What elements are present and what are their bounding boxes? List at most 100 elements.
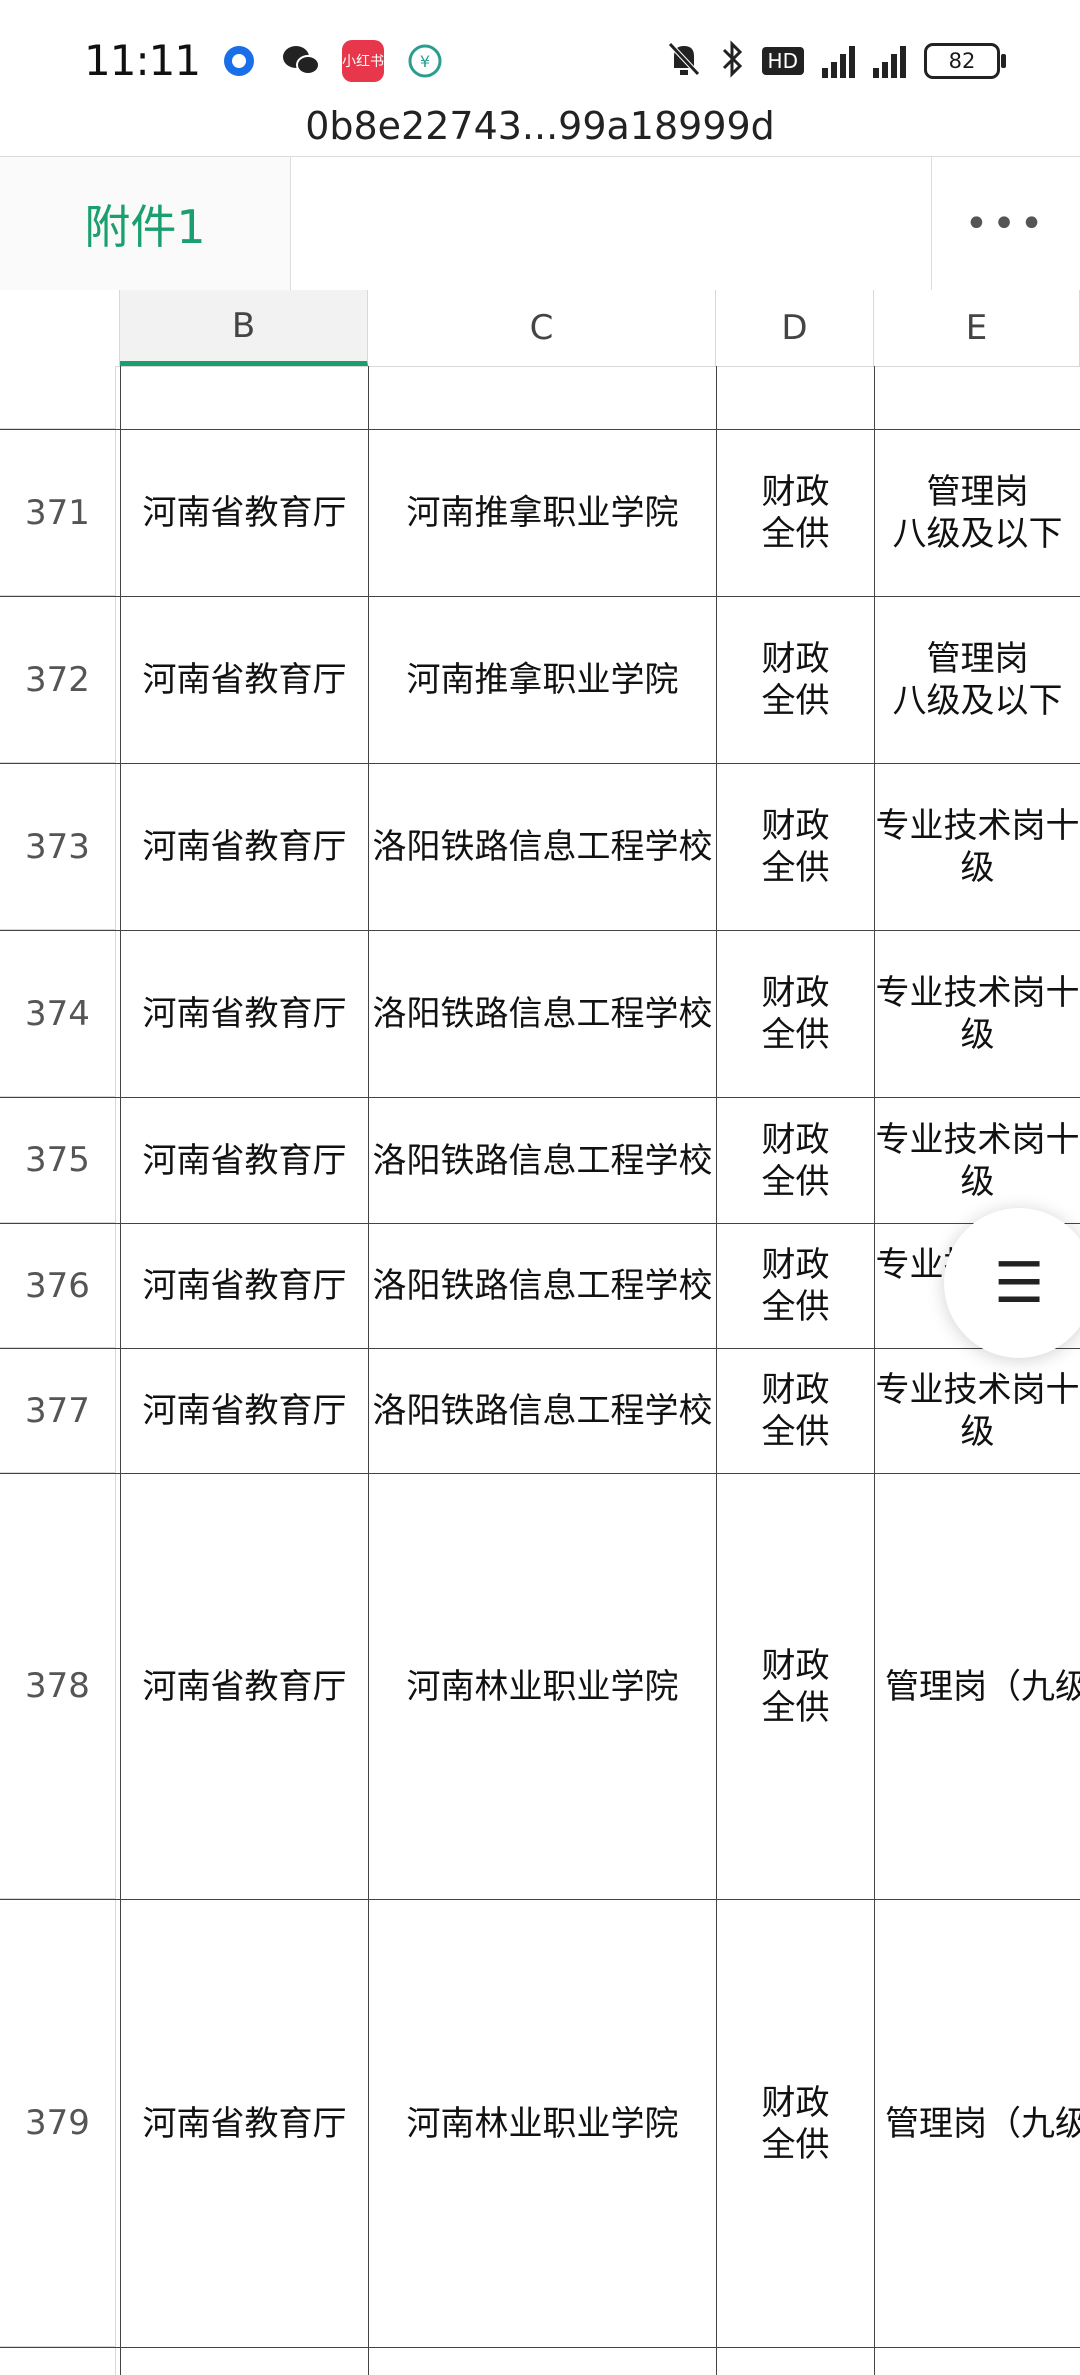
table-cell-c[interactable]: 洛阳铁路信息工程学校 (368, 764, 716, 930)
table-cell-e[interactable]: 专业技术岗十 级 (874, 931, 1080, 1097)
more-options-button[interactable]: ••• (931, 157, 1080, 291)
table-row-partial (0, 2348, 1080, 2375)
mute-bell-icon (666, 40, 702, 82)
table-row[interactable]: 379 河南省教育厅 河南林业职业学院 财政 全供 管理岗（九级 (0, 1900, 1080, 2348)
table-cell-e[interactable]: 专业技术岗十 级 (874, 1349, 1080, 1473)
table-cell-e[interactable]: 专业技术岗十 级 (874, 764, 1080, 930)
table-cell-c[interactable]: 河南林业职业学院 (368, 1474, 716, 1899)
table-cell-e[interactable]: 管理岗 八级及以下 (874, 597, 1080, 763)
column-header-e[interactable]: E (874, 290, 1080, 366)
table-cell-b[interactable]: 河南省教育厅 (120, 931, 368, 1097)
corner-cell[interactable] (0, 290, 120, 366)
cell-line: 管理岗 (926, 639, 1029, 679)
table-row[interactable]: 372 河南省教育厅 河南推拿职业学院 财政 全供 管理岗 八级及以下 (0, 597, 1080, 764)
tab-sheet-1[interactable]: 附件1 (0, 157, 291, 291)
row-number[interactable]: 379 (0, 1900, 116, 2347)
table-cell[interactable] (874, 2348, 1080, 2375)
wechat-icon (280, 40, 322, 82)
table-row-partial (0, 366, 1080, 430)
table-cell-d[interactable]: 财政 全供 (716, 764, 874, 930)
browser-icon (218, 40, 260, 82)
table-row[interactable]: 374 河南省教育厅 洛阳铁路信息工程学校 财政 全供 专业技术岗十 级 (0, 931, 1080, 1098)
signal-icon-2 (873, 44, 906, 78)
row-number[interactable]: 377 (0, 1349, 116, 1473)
cell-line: 级 (960, 848, 995, 888)
status-bar: 11:11 小红书 ¥ HD 82 0b8e22743...99a18999d (0, 0, 1080, 148)
cell-line: 级 (960, 1015, 995, 1055)
cell-line: 管理岗 (926, 472, 1029, 512)
row-number[interactable]: 376 (0, 1224, 116, 1348)
table-cell[interactable] (716, 2348, 874, 2375)
bluetooth-icon (720, 40, 744, 82)
table-cell-b[interactable]: 河南省教育厅 (120, 764, 368, 930)
table-cell-d[interactable]: 财政 全供 (716, 931, 874, 1097)
column-header-c[interactable]: C (368, 290, 716, 366)
table-cell-b[interactable]: 河南省教育厅 (120, 1474, 368, 1899)
table-cell-c[interactable]: 洛阳铁路信息工程学校 (368, 1224, 716, 1348)
table-cell-c[interactable]: 河南推拿职业学院 (368, 597, 716, 763)
row-number[interactable]: 374 (0, 931, 116, 1097)
column-header-row: B C D E (0, 290, 1080, 367)
table-cell[interactable] (874, 366, 1080, 429)
notification-icons: 小红书 ¥ (218, 40, 446, 82)
table-cell-b[interactable]: 河南省教育厅 (120, 1224, 368, 1348)
table-cell-e[interactable]: 管理岗（九级 (874, 1474, 1080, 1899)
table-cell[interactable] (368, 366, 716, 429)
cell-line: 专业技术岗十 (875, 806, 1080, 846)
xiaohongshu-icon: 小红书 (342, 40, 384, 82)
cell-line: 专业技术岗十 (875, 973, 1080, 1013)
table-cell-d[interactable]: 财政 全供 (716, 430, 874, 596)
table-cell-d[interactable]: 财政 全供 (716, 1349, 874, 1473)
row-number (0, 366, 116, 429)
table-cell-d[interactable]: 财政 全供 (716, 1098, 874, 1223)
bank-app-icon: ¥ (404, 40, 446, 82)
table-cell[interactable] (120, 366, 368, 429)
table-cell[interactable] (120, 2348, 368, 2375)
table-cell-c[interactable]: 河南推拿职业学院 (368, 430, 716, 596)
table-row[interactable]: 377 河南省教育厅 洛阳铁路信息工程学校 财政 全供 专业技术岗十 级 (0, 1349, 1080, 1474)
table-cell-b[interactable]: 河南省教育厅 (120, 1349, 368, 1473)
row-number (0, 2348, 116, 2375)
signal-icon-1 (822, 44, 855, 78)
row-number[interactable]: 373 (0, 764, 116, 930)
spreadsheet-grid: 371 河南省教育厅 河南推拿职业学院 财政 全供 管理岗 八级及以下 372 … (0, 366, 1080, 2375)
table-cell[interactable] (716, 366, 874, 429)
menu-icon: ☰ (994, 1250, 1045, 1316)
row-number[interactable]: 371 (0, 430, 116, 596)
table-cell-d[interactable]: 财政 全供 (716, 1474, 874, 1899)
cell-line: 八级及以下 (892, 514, 1063, 554)
column-header-b[interactable]: B (120, 290, 368, 366)
table-cell-d[interactable]: 财政 全供 (716, 1900, 874, 2347)
table-row[interactable]: 373 河南省教育厅 洛阳铁路信息工程学校 财政 全供 专业技术岗十 级 (0, 764, 1080, 931)
table-cell-b[interactable]: 河南省教育厅 (120, 430, 368, 596)
table-cell-e[interactable]: 管理岗（九级 (874, 1900, 1080, 2347)
table-cell-d[interactable]: 财政 全供 (716, 1224, 874, 1348)
battery-indicator: 82 (924, 43, 1006, 79)
table-row[interactable]: 375 河南省教育厅 洛阳铁路信息工程学校 财政 全供 专业技术岗十 级 (0, 1098, 1080, 1224)
table-cell-e[interactable]: 专业技术岗十 级 (874, 1098, 1080, 1223)
table-cell-b[interactable]: 河南省教育厅 (120, 1900, 368, 2347)
table-cell[interactable] (368, 2348, 716, 2375)
cell-line: 专业技术岗十 (875, 1119, 1080, 1160)
row-number[interactable]: 372 (0, 597, 116, 763)
sheet-tab-bar: 附件1 ••• (0, 156, 1080, 292)
table-cell-e[interactable]: 管理岗 八级及以下 (874, 430, 1080, 596)
table-row[interactable]: 378 河南省教育厅 河南林业职业学院 财政 全供 管理岗（九级 (0, 1474, 1080, 1900)
table-cell-c[interactable]: 洛阳铁路信息工程学校 (368, 931, 716, 1097)
table-cell-d[interactable]: 财政 全供 (716, 597, 874, 763)
cell-line: 八级及以下 (892, 681, 1063, 721)
cell-line: 级 (960, 1412, 995, 1452)
cell-line: 专业技术岗十 (875, 1370, 1080, 1410)
row-number[interactable]: 378 (0, 1474, 116, 1899)
row-number[interactable]: 375 (0, 1098, 116, 1223)
clock: 11:11 (84, 36, 201, 85)
svg-text:¥: ¥ (420, 52, 430, 71)
table-cell-b[interactable]: 河南省教育厅 (120, 1098, 368, 1223)
table-cell-c[interactable]: 河南林业职业学院 (368, 1900, 716, 2347)
table-row[interactable]: 371 河南省教育厅 河南推拿职业学院 财政 全供 管理岗 八级及以下 (0, 430, 1080, 597)
table-cell-b[interactable]: 河南省教育厅 (120, 597, 368, 763)
table-cell-c[interactable]: 洛阳铁路信息工程学校 (368, 1349, 716, 1473)
column-header-d[interactable]: D (716, 290, 874, 366)
table-row[interactable]: 376 河南省教育厅 洛阳铁路信息工程学校 财政 全供 专业技术岗十 级 (0, 1224, 1080, 1349)
table-cell-c[interactable]: 洛阳铁路信息工程学校 (368, 1098, 716, 1223)
